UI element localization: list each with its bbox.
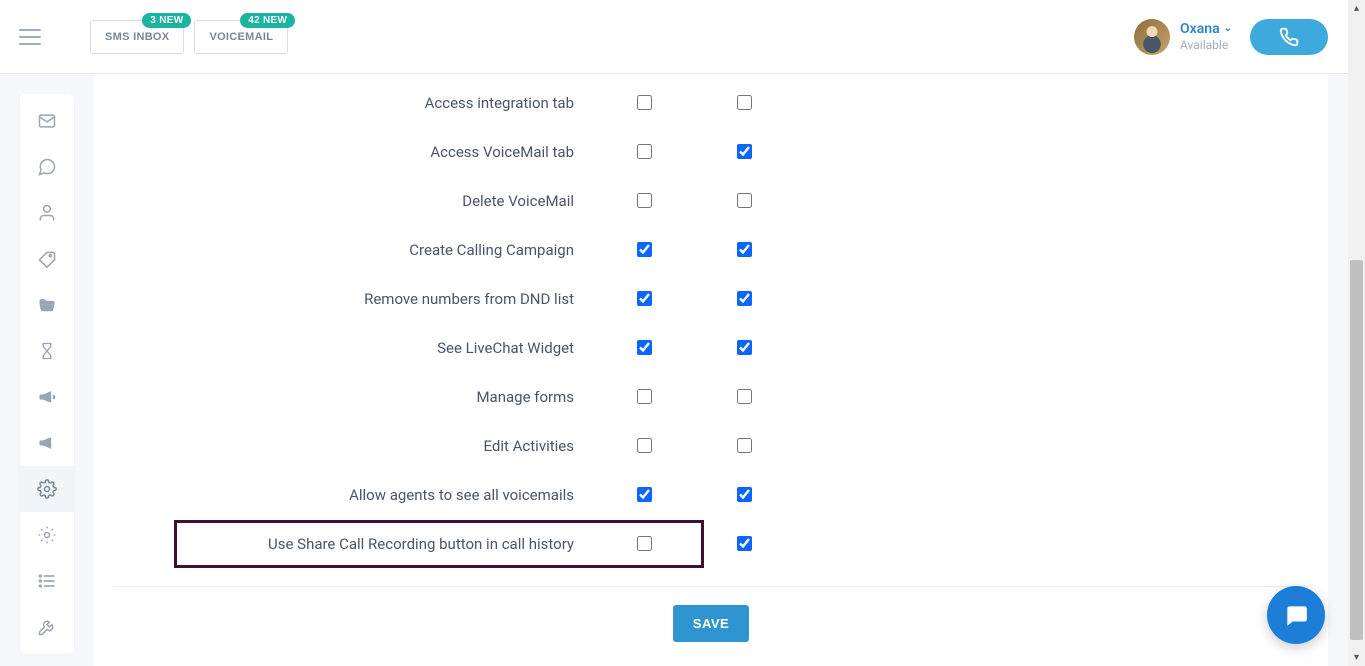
permission-checkbox-col1[interactable] [637, 95, 652, 110]
permission-row: Access integration tab [94, 78, 1328, 127]
permission-checkbox-col2[interactable] [737, 340, 752, 355]
sidebar [20, 94, 74, 654]
list-icon [37, 571, 57, 591]
permission-checkbox-col1[interactable] [637, 487, 652, 502]
sms-inbox-badge: 3 NEW [142, 13, 191, 28]
permission-checkbox-col2[interactable] [737, 95, 752, 110]
top-bar: SMS INBOX 3 NEW VOICEMAIL 42 NEW Oxana ⌄… [0, 0, 1348, 74]
megaphone2-icon [37, 433, 57, 453]
permission-row: Manage forms [94, 372, 1328, 421]
permission-checkbox-col1[interactable] [637, 536, 652, 551]
save-button[interactable]: SAVE [673, 605, 749, 642]
permission-checkbox-col2[interactable] [737, 144, 752, 159]
permission-checkbox-col1[interactable] [637, 242, 652, 257]
permission-checkbox-col2[interactable] [737, 193, 752, 208]
sidebar-item-hourglass[interactable] [20, 328, 74, 374]
permission-row: See LiveChat Widget [94, 323, 1328, 372]
scrollbar[interactable]: ▴ ▾ [1348, 0, 1365, 666]
permission-checkbox-col2[interactable] [737, 242, 752, 257]
chevron-down-icon: ⌄ [1224, 23, 1232, 35]
sms-inbox-button[interactable]: SMS INBOX 3 NEW [90, 20, 184, 54]
sidebar-item-mail[interactable] [20, 98, 74, 144]
chat-fab[interactable] [1267, 586, 1325, 644]
permission-label: Allow agents to see all voicemails [114, 486, 594, 504]
sidebar-item-list[interactable] [20, 558, 74, 604]
wrench-icon [37, 617, 57, 637]
permission-checkbox-col1[interactable] [637, 144, 652, 159]
permission-label: Edit Activities [114, 437, 594, 455]
main-panel: Access integration tab Access VoiceMail t… [94, 74, 1328, 666]
permission-checkbox-col2[interactable] [737, 536, 752, 551]
voicemail-badge: 42 NEW [240, 13, 295, 28]
permission-label: Delete VoiceMail [114, 192, 594, 210]
permission-label: Access integration tab [114, 94, 594, 112]
permission-row: Create Calling Campaign [94, 225, 1328, 274]
sidebar-item-folder[interactable] [20, 282, 74, 328]
sidebar-item-chat[interactable] [20, 144, 74, 190]
megaphone-icon [37, 387, 57, 407]
permission-checkbox-col1[interactable] [637, 193, 652, 208]
permission-checkbox-col2[interactable] [737, 438, 752, 453]
hourglass-icon [38, 341, 56, 361]
avatar [1134, 19, 1170, 55]
sidebar-item-settings2[interactable] [20, 512, 74, 558]
permission-checkbox-col1[interactable] [637, 340, 652, 355]
sidebar-item-wrench[interactable] [20, 604, 74, 650]
permission-label: Remove numbers from DND list [114, 290, 594, 308]
sms-inbox-label: SMS INBOX [105, 31, 169, 43]
permissions-table: Access integration tab Access VoiceMail t… [94, 74, 1328, 568]
top-buttons: SMS INBOX 3 NEW VOICEMAIL 42 NEW [90, 20, 288, 54]
permission-row: Access VoiceMail tab [94, 127, 1328, 176]
permission-row: Edit Activities [94, 421, 1328, 470]
permission-checkbox-col2[interactable] [737, 389, 752, 404]
permission-label: Access VoiceMail tab [114, 143, 594, 161]
person-icon [37, 203, 57, 223]
user-menu[interactable]: Oxana ⌄ Available [1134, 19, 1232, 55]
chat-bubble-icon [1283, 602, 1309, 628]
mail-icon [37, 111, 57, 131]
gear2-icon [37, 525, 57, 545]
permission-row: Use Share Call Recording button in call … [94, 519, 1328, 568]
scrollbar-thumb[interactable] [1350, 260, 1363, 640]
scroll-up-arrow[interactable]: ▴ [1348, 0, 1365, 17]
scroll-down-arrow[interactable]: ▾ [1348, 649, 1365, 666]
permission-label: Use Share Call Recording button in call … [114, 535, 594, 553]
permission-label: Manage forms [114, 388, 594, 406]
permission-checkbox-col1[interactable] [637, 389, 652, 404]
call-button[interactable] [1250, 19, 1328, 55]
divider [114, 586, 1308, 587]
permission-row: Remove numbers from DND list [94, 274, 1328, 323]
sidebar-item-person[interactable] [20, 190, 74, 236]
voicemail-label: VOICEMAIL [209, 31, 273, 43]
sidebar-item-megaphone2[interactable] [20, 420, 74, 466]
permission-label: Create Calling Campaign [114, 241, 594, 259]
permission-row: Allow agents to see all voicemails [94, 470, 1328, 519]
top-right: Oxana ⌄ Available [1134, 19, 1328, 55]
permission-checkbox-col2[interactable] [737, 291, 752, 306]
sidebar-item-megaphone[interactable] [20, 374, 74, 420]
sidebar-item-settings[interactable] [20, 466, 74, 512]
gear-icon [37, 479, 57, 499]
folder-icon [37, 295, 57, 315]
tag-icon [37, 249, 57, 269]
permission-checkbox-col2[interactable] [737, 487, 752, 502]
menu-toggle[interactable] [10, 17, 50, 57]
user-name: Oxana [1180, 21, 1220, 38]
voicemail-button[interactable]: VOICEMAIL 42 NEW [194, 20, 288, 54]
sidebar-item-tag[interactable] [20, 236, 74, 282]
permission-row: Delete VoiceMail [94, 176, 1328, 225]
chat-icon [37, 157, 57, 177]
permission-checkbox-col1[interactable] [637, 291, 652, 306]
user-status: Available [1180, 38, 1232, 52]
user-text: Oxana ⌄ Available [1180, 21, 1232, 52]
phone-icon [1279, 27, 1299, 47]
permission-checkbox-col1[interactable] [637, 438, 652, 453]
permission-label: See LiveChat Widget [114, 339, 594, 357]
user-name-row: Oxana ⌄ [1180, 21, 1232, 38]
